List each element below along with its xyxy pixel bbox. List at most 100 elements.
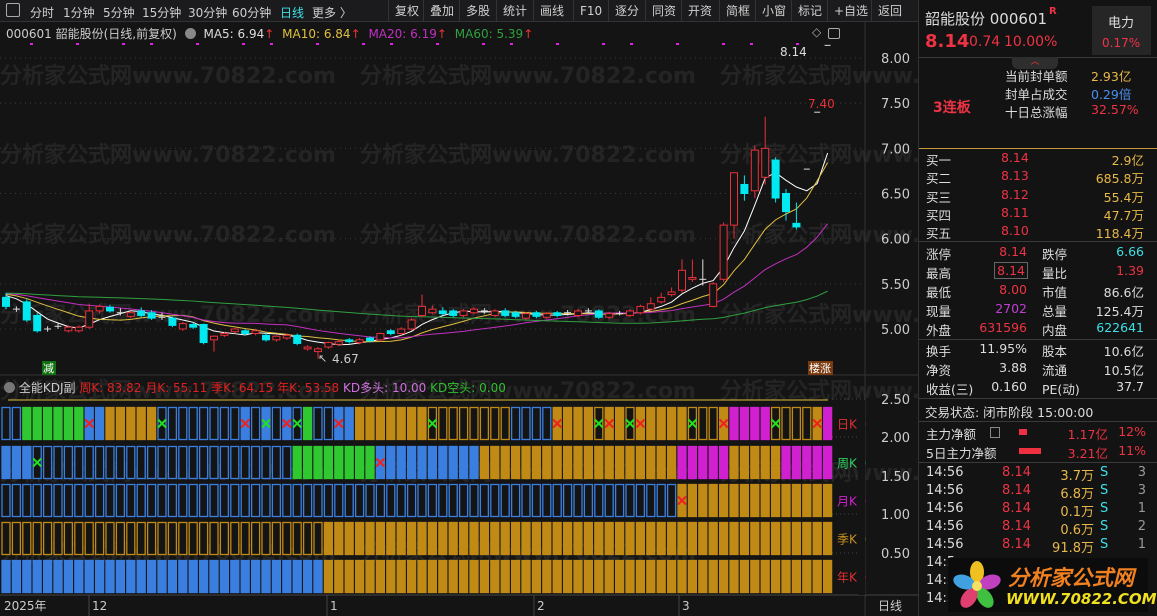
candle — [199, 323, 208, 345]
seal-value: 32.57% — [1091, 102, 1139, 117]
kdj-bar — [510, 483, 521, 518]
candle-body — [251, 330, 260, 335]
kdj-bar — [646, 521, 656, 556]
candle-body — [355, 339, 364, 344]
signal-dot — [270, 43, 273, 45]
kdj-bar — [354, 521, 365, 556]
kdj-bar — [812, 445, 822, 480]
bid-row[interactable]: 买四 8.11 47.7万 — [919, 205, 1157, 223]
kdj-bar — [750, 445, 760, 480]
kdj-bar — [677, 521, 687, 556]
bid-volume: 2.9亿 — [1111, 153, 1144, 168]
kdj-bar — [136, 445, 146, 480]
trade-side: S — [1100, 465, 1109, 480]
bid-row[interactable]: 买一 8.14 2.9亿 — [919, 150, 1157, 168]
r-badge: R — [1049, 6, 1057, 17]
trade-volume: 91.8万 — [1052, 541, 1094, 556]
stat-row: 现量 2702 总量 125.4万 — [919, 301, 1157, 319]
kdj-bar — [302, 483, 313, 518]
bid-label: 买一 — [926, 153, 952, 168]
candle — [594, 309, 603, 320]
kdj-bar — [115, 559, 126, 594]
kdj-bar — [406, 406, 417, 441]
date-tick: 3 — [682, 599, 690, 613]
kdj-bar — [396, 483, 406, 518]
stat-label: 最高 — [926, 266, 952, 281]
low-label: 4.67 — [332, 352, 359, 366]
kdj-bar — [583, 559, 594, 594]
bid-row[interactable]: 买三 8.12 55.4万 — [919, 187, 1157, 205]
kdj-bar — [635, 521, 646, 556]
kdj-bar — [531, 521, 542, 556]
candle-body — [542, 313, 551, 318]
kdj-bar — [53, 483, 63, 518]
trade-side: S — [1100, 519, 1109, 534]
signal-dot — [390, 43, 393, 45]
indicator-settings-icon[interactable] — [4, 382, 15, 393]
stock-name-code: 韶能股份 000601 — [925, 10, 1048, 28]
kdj-bar — [417, 445, 427, 480]
kline-chart[interactable]: 8.00 7.50 7.00 6.50 6.00 5.50 5.00 8.14 7.40 4.67… — [0, 0, 918, 616]
kdj-bar — [542, 445, 552, 480]
stat-value: 1.39 — [1116, 263, 1144, 278]
kdj-bar — [573, 559, 583, 594]
kdj-bar — [240, 559, 250, 594]
sector-name: 电力 — [1108, 16, 1135, 31]
logo-url: WWW.70822.COM — [1006, 590, 1157, 608]
kdj-bar — [126, 521, 136, 556]
kdj-bar — [791, 559, 802, 594]
kdj-bar — [760, 521, 770, 556]
bid-row[interactable]: 买五 8.10 118.4万 — [919, 223, 1157, 241]
signal-dot — [76, 43, 79, 45]
candle-body — [522, 313, 530, 319]
bid-price: 8.13 — [1001, 168, 1029, 184]
candle — [532, 310, 541, 319]
kdj-bar — [178, 559, 188, 594]
candle-body — [771, 159, 780, 199]
kdj-bar — [63, 521, 74, 556]
candle-body — [137, 310, 146, 316]
kdj-bar — [230, 406, 240, 441]
trade-time: 14:56 — [926, 483, 964, 498]
sector-box[interactable]: 电力 0.17% — [1092, 6, 1151, 55]
candle — [616, 310, 624, 316]
candle — [449, 309, 458, 318]
kdj-bar — [230, 483, 240, 518]
stat-row: 最低 8.00 市值 86.6亿 — [919, 282, 1157, 300]
kdj-bar — [292, 445, 302, 480]
kdj-bar — [53, 521, 63, 556]
detail-icon[interactable] — [990, 427, 1000, 438]
signal-dot — [676, 43, 679, 45]
kdj-bar — [552, 521, 562, 556]
kdj-bar — [718, 483, 729, 518]
bid-volume: 685.8万 — [1095, 171, 1144, 187]
stat-value: 8.00 — [999, 282, 1027, 297]
bid-row[interactable]: 买二 8.13 685.8万 — [919, 168, 1157, 186]
kdj-bar — [126, 483, 136, 518]
kdj-bar — [11, 559, 22, 594]
kdj-bar — [250, 406, 261, 441]
signal-dot — [630, 43, 633, 45]
kdj-bar — [573, 483, 583, 518]
candle-body — [594, 310, 603, 318]
kdj-bar — [136, 559, 146, 594]
kdj-bar — [479, 559, 490, 594]
kdj-bar — [583, 483, 594, 518]
candle-body — [646, 303, 655, 310]
kdj-bar — [84, 559, 94, 594]
site-logo: 分析家公式网 WWW.70822.COM — [948, 558, 1157, 612]
kdj-bar — [126, 445, 136, 480]
bid-label: 买四 — [926, 207, 952, 223]
kdj-bar — [11, 483, 22, 518]
kdj-bar — [63, 406, 74, 441]
kdj-bar — [94, 521, 105, 556]
kdj-bar — [261, 559, 271, 594]
candle-body — [345, 339, 354, 343]
kdj-bar — [448, 445, 458, 480]
kdj-bar — [334, 445, 344, 480]
candle-body — [449, 310, 458, 316]
logo-name: 分析家公式网 — [1008, 566, 1134, 590]
kdj-bar — [490, 445, 500, 480]
kdj-bar — [479, 445, 490, 480]
candle — [106, 304, 114, 313]
